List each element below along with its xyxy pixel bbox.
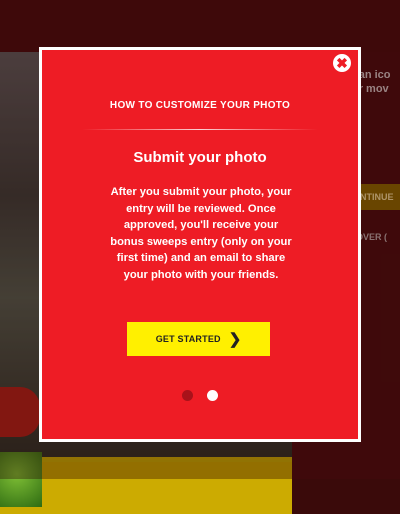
get-started-label: GET STARTED [155,334,221,344]
pagination-dot-2-active[interactable] [207,390,218,401]
chevron-right-icon: ❯ [228,330,242,348]
how-to-modal: HOW TO CUSTOMIZE YOUR PHOTO Submit your … [39,47,361,442]
close-icon[interactable]: ✖ [333,54,351,72]
pagination-dots [182,390,222,402]
modal-title: Submit your photo [133,149,267,166]
get-started-button[interactable]: GET STARTED ❯ [127,322,270,356]
modal-body-text: After you submit your photo, your entry … [110,186,292,281]
modal-divider [82,129,318,130]
modal-eyebrow: HOW TO CUSTOMIZE YOUR PHOTO [109,100,291,111]
pagination-dot-1[interactable] [182,390,193,401]
